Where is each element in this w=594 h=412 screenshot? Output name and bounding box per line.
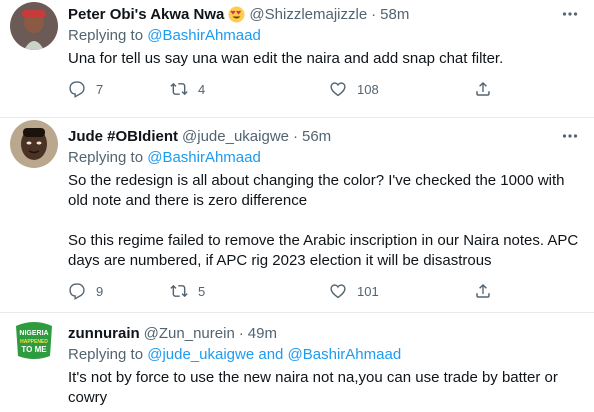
replying-to-link[interactable]: @BashirAhmaad	[147, 27, 261, 44]
replying-to: Replying to @BashirAhmaad	[68, 26, 584, 46]
reply-icon	[69, 81, 85, 98]
separator: ·	[238, 324, 244, 342]
more-icon[interactable]	[560, 126, 580, 146]
heart-icon	[330, 82, 346, 97]
like-count: 108	[357, 81, 379, 97]
replying-to-prefix: Replying to	[68, 27, 148, 44]
timestamp[interactable]: 58m	[380, 6, 409, 23]
avatar[interactable]: NIGERIA HAPPENED TO ME	[10, 316, 58, 364]
tweet[interactable]: Jude #OBIdient @jude_ukaigwe · 56m Reply…	[0, 118, 594, 313]
display-name[interactable]: zunnurain	[68, 325, 140, 342]
more-icon[interactable]	[560, 4, 580, 24]
retweet-count: 5	[198, 283, 206, 299]
retweet-count: 4	[198, 81, 206, 97]
user-handle[interactable]: @jude_ukaigwe	[182, 128, 289, 145]
avatar[interactable]	[10, 2, 58, 50]
reply-count: 9	[96, 283, 104, 299]
tweet-paragraph: So this regime failed to remove the Arab…	[68, 232, 579, 269]
tweet-text: So the redesign is all about changing th…	[68, 171, 584, 271]
replying-to-link[interactable]: @BashirAhmaad	[147, 149, 261, 166]
replying-to: Replying to @BashirAhmaad	[68, 148, 584, 168]
avatar-image	[10, 120, 58, 168]
timestamp[interactable]: 49m	[248, 325, 277, 342]
tweet-header: Jude #OBIdient @jude_ukaigwe · 56m	[68, 126, 584, 146]
retweet-icon	[170, 284, 188, 298]
tweet[interactable]: NIGERIA HAPPENED TO ME zunnurain @Zun_nu…	[0, 313, 594, 412]
tweet-header: Peter Obi's Akwa Nwa @Shizzlemajizzle · …	[68, 4, 584, 24]
share-button[interactable]	[474, 80, 492, 98]
tweet-text: Una for tell us say una wan edit the nai…	[68, 50, 504, 67]
separator: ·	[293, 127, 298, 145]
share-icon	[476, 283, 490, 298]
reply-button[interactable]: 7	[68, 80, 103, 98]
avatar-text: NIGERIA	[19, 330, 48, 337]
user-handle[interactable]: @Zun_nurein	[144, 325, 235, 342]
tweet-text: It's not by force to use the new naira n…	[68, 369, 558, 406]
replying-to-prefix: Replying to	[68, 149, 148, 166]
replying-to-link[interactable]: @jude_ukaigwe and @BashirAhmaad	[147, 346, 401, 363]
retweet-button[interactable]: 4	[170, 80, 205, 98]
reply-count: 7	[96, 81, 104, 97]
timestamp[interactable]: 56m	[302, 128, 331, 145]
share-button[interactable]	[474, 282, 492, 300]
like-button[interactable]: 108	[329, 80, 379, 98]
separator: ·	[371, 5, 377, 23]
replying-to: Replying to @jude_ukaigwe and @BashirAhm…	[68, 345, 584, 365]
avatar[interactable]	[10, 120, 58, 168]
share-icon	[476, 81, 490, 96]
display-name[interactable]: Peter Obi's Akwa Nwa	[68, 6, 224, 23]
avatar-image	[10, 2, 58, 50]
avatar-text: TO ME	[21, 345, 47, 354]
display-name[interactable]: Jude #OBIdient	[68, 128, 178, 145]
retweet-icon	[170, 82, 188, 96]
retweet-button[interactable]: 5	[170, 282, 205, 300]
reply-icon	[69, 283, 85, 300]
user-handle[interactable]: @Shizzlemajizzle	[249, 6, 367, 23]
like-button[interactable]: 101	[329, 282, 379, 300]
tweet-paragraph: So the redesign is all about changing th…	[68, 172, 565, 209]
avatar-image: NIGERIA HAPPENED TO ME	[10, 316, 58, 364]
heart-eyes-emoji	[228, 6, 245, 23]
replying-to-prefix: Replying to	[68, 346, 148, 363]
tweet[interactable]: Peter Obi's Akwa Nwa @Shizzlemajizzle · …	[0, 0, 594, 118]
tweet-header: zunnurain @Zun_nurein · 49m	[68, 323, 584, 343]
reply-button[interactable]: 9	[68, 282, 103, 300]
like-count: 101	[357, 283, 379, 299]
heart-icon	[330, 284, 346, 299]
